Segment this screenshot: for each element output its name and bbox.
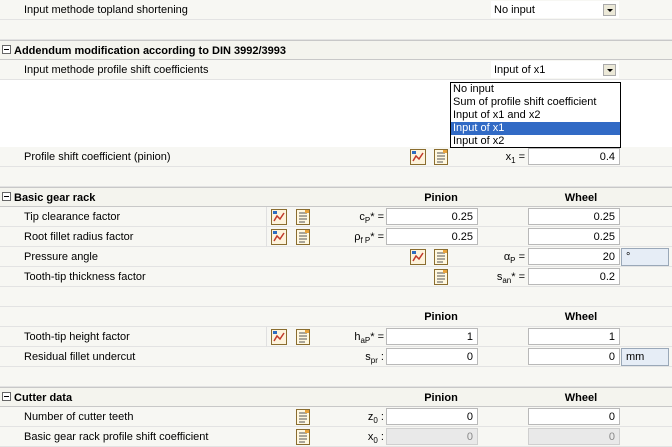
chevron-down-icon[interactable] <box>603 64 616 76</box>
tip-height-pinion-input[interactable]: 1 <box>386 328 478 345</box>
wheel-column-header: Wheel <box>564 311 598 323</box>
cutter-section-header[interactable]: Cutter data Pinion Wheel <box>0 387 672 407</box>
residual-undercut-unit[interactable]: mm <box>621 348 669 366</box>
tip-clearance-symbol: cP* = <box>359 211 384 226</box>
spacer-row <box>0 367 672 387</box>
cutter-teeth-row: Number of cutter teeth z0 : 0 0 <box>0 407 672 427</box>
tip-clearance-pinion-input[interactable]: 0.25 <box>386 208 478 225</box>
tip-height-wheel-input[interactable]: 1 <box>528 328 620 345</box>
root-fillet-pinion-input[interactable]: 0.25 <box>386 228 478 245</box>
wheel-column-header: Wheel <box>564 392 598 404</box>
cutter-teeth-pinion-input[interactable]: 0 <box>386 408 478 425</box>
profile-method-value: Input of x1 <box>494 64 546 76</box>
profile-method-label: Input methode profile shift coefficients <box>24 64 209 76</box>
cutter-teeth-wheel-input[interactable]: 0 <box>528 408 620 425</box>
table-icon[interactable] <box>295 429 311 445</box>
rack-profile-shift-symbol: x0 : <box>367 431 384 446</box>
table-icon[interactable] <box>295 229 311 245</box>
profile-method-dropdown[interactable]: No input Sum of profile shift coefficien… <box>450 82 621 148</box>
topland-combo[interactable]: No input <box>491 1 619 18</box>
dropdown-option[interactable]: No input <box>451 83 620 96</box>
tip-clearance-row: Tip clearance factor cP* = 0.25 0.25 <box>0 207 672 227</box>
profile-method-row: Input methode profile shift coefficients… <box>0 60 672 80</box>
table-icon[interactable] <box>295 409 311 425</box>
pinion-column-header: Pinion <box>424 392 458 404</box>
column-header-row: Pinion Wheel <box>0 307 672 327</box>
profile-shift-row: Profile shift coefficient (pinion) x1 = … <box>0 147 672 167</box>
dropdown-option[interactable]: Sum of profile shift coefficient <box>451 96 620 109</box>
residual-undercut-pinion-input[interactable]: 0 <box>386 348 478 365</box>
rack-profile-shift-pinion-input: 0 <box>386 428 478 445</box>
root-fillet-wheel-input[interactable]: 0.25 <box>528 228 620 245</box>
pressure-angle-row: Pressure angle αP = 20 ° <box>0 247 672 267</box>
residual-undercut-symbol: spr : <box>365 351 384 366</box>
column-divider <box>266 327 267 347</box>
calculate-icon[interactable] <box>271 229 287 245</box>
root-fillet-label: Root fillet radius factor <box>24 231 134 243</box>
spacer-row <box>0 20 672 40</box>
addendum-section-title: Addendum modification according to DIN 3… <box>14 45 286 57</box>
column-divider <box>266 207 267 227</box>
collapse-icon[interactable] <box>2 45 11 54</box>
pressure-angle-label: Pressure angle <box>24 251 98 263</box>
tooth-tip-thickness-label: Tooth-tip thickness factor <box>24 271 146 283</box>
spacer-row <box>0 287 672 307</box>
table-icon[interactable] <box>295 209 311 225</box>
table-icon[interactable] <box>433 269 449 285</box>
collapse-icon[interactable] <box>2 392 11 401</box>
rack-profile-shift-row: Basic gear rack profile shift coefficien… <box>0 427 672 447</box>
topland-label: Input methode topland shortening <box>24 4 188 16</box>
pinion-column-header: Pinion <box>424 192 458 204</box>
tip-height-row: Tooth-tip height factor haP* = 1 1 <box>0 327 672 347</box>
topland-row: Input methode topland shortening No inpu… <box>0 0 672 20</box>
basic-rack-section-header[interactable]: Basic gear rack Pinion Wheel <box>0 187 672 207</box>
pinion-column-header: Pinion <box>424 311 458 323</box>
cutter-section-title: Cutter data <box>14 392 73 404</box>
tooth-tip-thickness-input[interactable]: 0.2 <box>528 268 620 285</box>
rack-profile-shift-wheel-input: 0 <box>528 428 620 445</box>
spacer-row <box>0 167 672 187</box>
rack-profile-shift-label: Basic gear rack profile shift coefficien… <box>24 431 209 443</box>
pressure-angle-symbol: αP = <box>503 251 525 266</box>
tooth-tip-thickness-row: Tooth-tip thickness factor san* = 0.2 <box>0 267 672 287</box>
pressure-angle-input[interactable]: 20 <box>528 248 620 265</box>
dropdown-option-selected[interactable]: Input of x1 <box>451 122 620 135</box>
calculate-icon[interactable] <box>410 149 426 165</box>
cutter-teeth-symbol: z0 : <box>367 411 384 426</box>
tip-clearance-label: Tip clearance factor <box>24 211 121 223</box>
root-fillet-row: Root fillet radius factor ρf P* = 0.25 0… <box>0 227 672 247</box>
calculate-icon[interactable] <box>271 209 287 225</box>
calculate-icon[interactable] <box>410 249 426 265</box>
collapse-icon[interactable] <box>2 192 11 201</box>
basic-rack-section-title: Basic gear rack <box>14 192 96 204</box>
tooth-tip-thickness-symbol: san* = <box>496 271 525 286</box>
residual-undercut-wheel-input[interactable]: 0 <box>528 348 620 365</box>
calculate-icon[interactable] <box>271 329 287 345</box>
pressure-angle-unit[interactable]: ° <box>621 248 669 266</box>
addendum-section-header[interactable]: Addendum modification according to DIN 3… <box>0 40 672 60</box>
profile-shift-symbol: x1 = <box>505 151 525 166</box>
tip-height-symbol: haP* = <box>354 331 384 346</box>
profile-shift-input[interactable]: 0.4 <box>528 148 620 165</box>
table-icon[interactable] <box>433 149 449 165</box>
wheel-column-header: Wheel <box>564 192 598 204</box>
topland-combo-value: No input <box>494 4 535 16</box>
residual-undercut-label: Residual fillet undercut <box>24 351 136 363</box>
table-icon[interactable] <box>433 249 449 265</box>
column-divider <box>266 227 267 247</box>
profile-method-combo[interactable]: Input of x1 <box>491 61 619 78</box>
dropdown-option[interactable]: Input of x2 <box>451 135 620 148</box>
table-icon[interactable] <box>295 329 311 345</box>
tip-clearance-wheel-input[interactable]: 0.25 <box>528 208 620 225</box>
tip-height-label: Tooth-tip height factor <box>24 331 130 343</box>
profile-shift-label: Profile shift coefficient (pinion) <box>24 151 171 163</box>
root-fillet-symbol: ρf P* = <box>354 231 384 246</box>
dropdown-option[interactable]: Input of x1 and x2 <box>451 109 620 122</box>
cutter-teeth-label: Number of cutter teeth <box>24 411 134 423</box>
chevron-down-icon[interactable] <box>603 4 616 16</box>
residual-undercut-row: Residual fillet undercut spr : 0 0 mm <box>0 347 672 367</box>
